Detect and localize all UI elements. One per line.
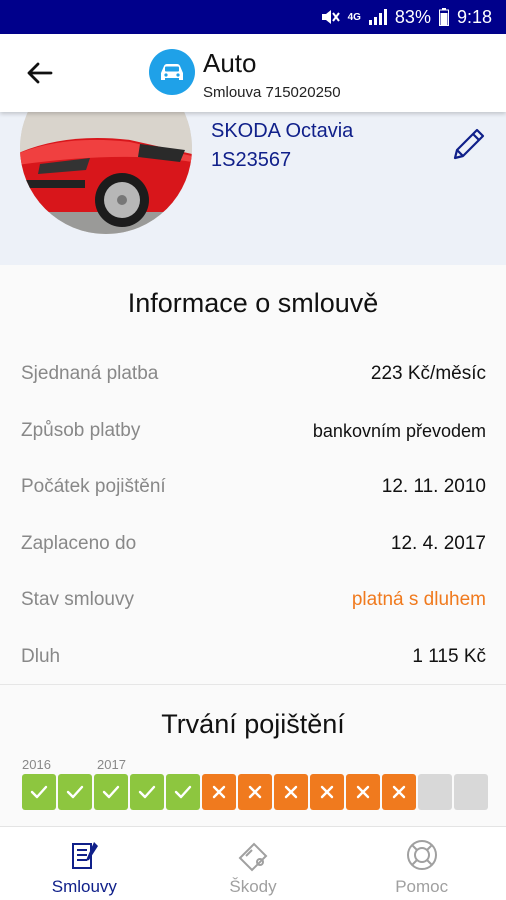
status-bar: 4G 83% 9:18 bbox=[0, 0, 506, 34]
info-value: bankovním převodem bbox=[312, 420, 486, 441]
info-row-contract-status: Stav smlouvy platná s dluhem bbox=[21, 582, 486, 618]
arrow-left-icon bbox=[27, 62, 53, 84]
month-box-debt bbox=[274, 774, 308, 810]
nav-label: Smlouvy bbox=[51, 877, 117, 896]
info-row-paid-until: Zaplaceno do 12. 4. 2017 bbox=[21, 526, 486, 562]
nav-label: Škody bbox=[229, 877, 277, 896]
month-box-paid bbox=[22, 774, 56, 810]
cross-icon bbox=[392, 785, 406, 799]
mute-icon bbox=[320, 8, 340, 26]
month-box-debt bbox=[346, 774, 380, 810]
month-box-debt bbox=[238, 774, 272, 810]
info-value: 12. 4. 2017 bbox=[390, 533, 486, 554]
info-row-payment-method: Způsob platby bankovním převodem bbox=[21, 413, 486, 449]
info-label: Dluh bbox=[21, 646, 61, 667]
month-box-debt bbox=[310, 774, 344, 810]
help-icon bbox=[404, 837, 440, 873]
year-label: 2017 bbox=[97, 757, 126, 772]
clock: 9:18 bbox=[456, 6, 492, 27]
cross-icon bbox=[356, 785, 370, 799]
info-label: Zaplaceno do bbox=[21, 533, 137, 554]
nav-damages[interactable]: Škody bbox=[169, 827, 338, 900]
year-label: 2016 bbox=[22, 757, 51, 772]
info-row-agreed-payment: Sjednaná platba 223 Kč/měsíc bbox=[21, 356, 486, 392]
info-label: Stav smlouvy bbox=[21, 589, 134, 610]
pencil-icon bbox=[453, 128, 485, 160]
timeline-title: Trvání pojištění bbox=[161, 709, 345, 739]
check-icon bbox=[138, 785, 156, 799]
category-avatar bbox=[149, 49, 195, 95]
damages-icon bbox=[235, 837, 271, 873]
check-icon bbox=[66, 785, 84, 799]
info-label: Způsob platby bbox=[21, 420, 141, 441]
network-type: 4G bbox=[347, 11, 361, 23]
page-title: Auto bbox=[203, 48, 257, 78]
contract-number: Smlouva 715020250 bbox=[203, 84, 341, 101]
month-box-paid bbox=[58, 774, 92, 810]
car-photo bbox=[20, 112, 192, 234]
info-section-title: Informace o smlouvě bbox=[127, 288, 379, 318]
month-box-debt bbox=[382, 774, 416, 810]
cross-icon bbox=[248, 785, 262, 799]
vehicle-card: SKODA Octavia 1S23567 bbox=[0, 112, 506, 265]
app-header: Auto Smlouva 715020250 bbox=[0, 34, 506, 112]
month-box-future bbox=[454, 774, 488, 810]
cross-icon bbox=[212, 785, 226, 799]
info-label: Počátek pojištění bbox=[21, 476, 166, 497]
vehicle-name: SKODA Octavia bbox=[211, 120, 354, 142]
info-value: 12. 11. 2010 bbox=[381, 476, 486, 497]
bottom-nav: Smlouvy Škody Pomoc bbox=[0, 826, 506, 900]
check-icon bbox=[102, 785, 120, 799]
check-icon bbox=[30, 785, 48, 799]
signal-icon bbox=[368, 9, 387, 25]
check-icon bbox=[174, 785, 192, 799]
info-label: Sjednaná platba bbox=[21, 363, 159, 384]
nav-label: Pomoc bbox=[395, 877, 449, 896]
edit-vehicle-button[interactable] bbox=[449, 124, 489, 164]
month-box-paid bbox=[94, 774, 128, 810]
divider bbox=[0, 684, 506, 685]
info-row-debt: Dluh 1 115 Kč bbox=[21, 639, 486, 675]
battery-icon bbox=[438, 8, 449, 26]
nav-help[interactable]: Pomoc bbox=[337, 827, 506, 900]
month-box-debt bbox=[202, 774, 236, 810]
month-box-paid bbox=[130, 774, 164, 810]
vehicle-plate: 1S23567 bbox=[211, 149, 292, 171]
battery-percent: 83% bbox=[394, 6, 431, 27]
info-value: 223 Kč/měsíc bbox=[370, 363, 486, 384]
info-row-start-date: Počátek pojištění 12. 11. 2010 bbox=[21, 469, 486, 505]
cross-icon bbox=[320, 785, 334, 799]
contracts-icon bbox=[66, 837, 102, 873]
back-button[interactable] bbox=[22, 58, 56, 88]
status-value: platná s dluhem bbox=[351, 589, 486, 610]
month-box-future bbox=[418, 774, 452, 810]
cross-icon bbox=[284, 785, 298, 799]
month-box-paid bbox=[166, 774, 200, 810]
info-value: 1 115 Kč bbox=[412, 646, 486, 667]
nav-contracts[interactable]: Smlouvy bbox=[0, 827, 169, 900]
car-icon bbox=[161, 64, 183, 80]
